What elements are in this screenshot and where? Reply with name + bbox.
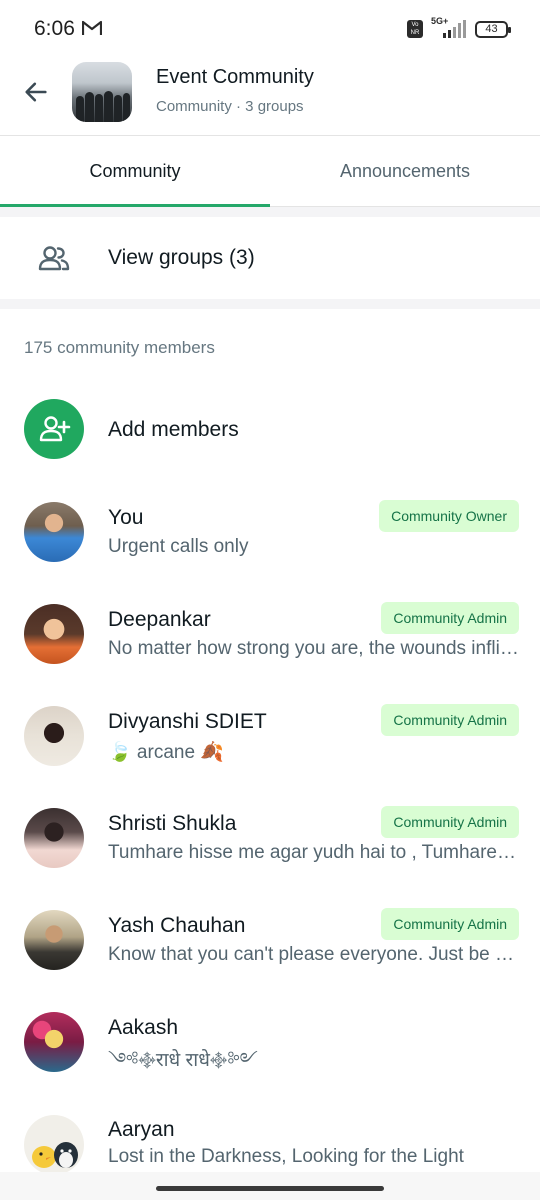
member-about: ༺࿇राधे राधे࿇༻	[108, 1050, 258, 1071]
tab-community[interactable]: Community	[0, 137, 270, 207]
member-about: Tumhare hisse me agar yudh hai to , Tumh…	[108, 842, 520, 863]
avatar	[24, 604, 84, 664]
arrow-left-icon	[25, 82, 47, 102]
avatar	[24, 910, 84, 970]
add-person-icon	[24, 399, 84, 459]
battery-level: 43	[485, 22, 498, 35]
member-about: No matter how strong you are, the wounds…	[108, 638, 520, 659]
status-time: 6:06	[34, 17, 75, 40]
member-about: Know that you can't please everyone. Jus…	[108, 944, 520, 965]
status-indicators: Vo NR 5G+ 43	[407, 16, 511, 40]
back-button[interactable]	[20, 76, 52, 108]
system-nav-bar	[0, 1172, 540, 1200]
member-row[interactable]: Yash Chauhan Know that you can't please …	[0, 902, 540, 1004]
member-name: Shristi Shukla	[108, 812, 237, 835]
volte-icon: Vo NR	[407, 20, 423, 38]
home-gesture-handle[interactable]	[156, 1186, 384, 1191]
member-about: Lost in the Darkness, Looking for the Li…	[108, 1146, 464, 1167]
add-members-row[interactable]: Add members	[0, 392, 540, 468]
role-badge: Community Admin	[381, 602, 519, 634]
member-name: Divyanshi SDIET	[108, 710, 267, 733]
members-count: 175 community members	[24, 338, 215, 357]
avatar	[24, 1012, 84, 1072]
role-badge: Community Owner	[379, 500, 519, 532]
member-name: Aakash	[108, 1016, 179, 1039]
member-row[interactable]: Aakash ༺࿇राधे राधे࿇༻	[0, 1004, 540, 1106]
member-about: Urgent calls only	[108, 536, 249, 557]
community-avatar[interactable]	[72, 62, 132, 122]
divider	[0, 207, 540, 217]
avatar	[24, 808, 84, 868]
member-name: Yash Chauhan	[108, 914, 246, 937]
member-name: You	[108, 506, 144, 529]
community-subtitle: Community · 3 groups	[156, 98, 304, 115]
member-row[interactable]: Deepankar No matter how strong you are, …	[0, 596, 540, 698]
add-members-label: Add members	[108, 418, 239, 441]
role-badge: Community Admin	[381, 806, 519, 838]
member-name: Aaryan	[108, 1118, 175, 1141]
member-row[interactable]: Divyanshi SDIET 🍃 arcane 🍂 Community Adm…	[0, 698, 540, 800]
member-row[interactable]: Shristi Shukla Tumhare hisse me agar yud…	[0, 800, 540, 902]
app-header: Event Community Community · 3 groups	[0, 58, 540, 136]
view-groups-row[interactable]: View groups (3)	[0, 217, 540, 299]
tab-announcements[interactable]: Announcements	[270, 137, 540, 206]
avatar	[24, 706, 84, 766]
role-badge: Community Admin	[381, 704, 519, 736]
battery-icon: 43	[475, 20, 511, 38]
gmail-icon	[82, 20, 102, 35]
status-bar: 6:06 Vo NR 5G+ 43	[0, 0, 540, 58]
avatar	[24, 1115, 84, 1175]
divider	[0, 299, 540, 309]
groups-icon	[38, 246, 70, 271]
signal-icon: 5G+	[429, 16, 469, 39]
tab-bar: Community Announcements	[0, 137, 540, 207]
member-name: Deepankar	[108, 608, 211, 631]
member-row-you[interactable]: You Urgent calls only Community Owner	[0, 494, 540, 596]
community-title[interactable]: Event Community	[156, 66, 314, 89]
view-groups-label: View groups (3)	[108, 246, 255, 269]
role-badge: Community Admin	[381, 908, 519, 940]
avatar	[24, 502, 84, 562]
member-about: 🍃 arcane 🍂	[108, 742, 224, 763]
